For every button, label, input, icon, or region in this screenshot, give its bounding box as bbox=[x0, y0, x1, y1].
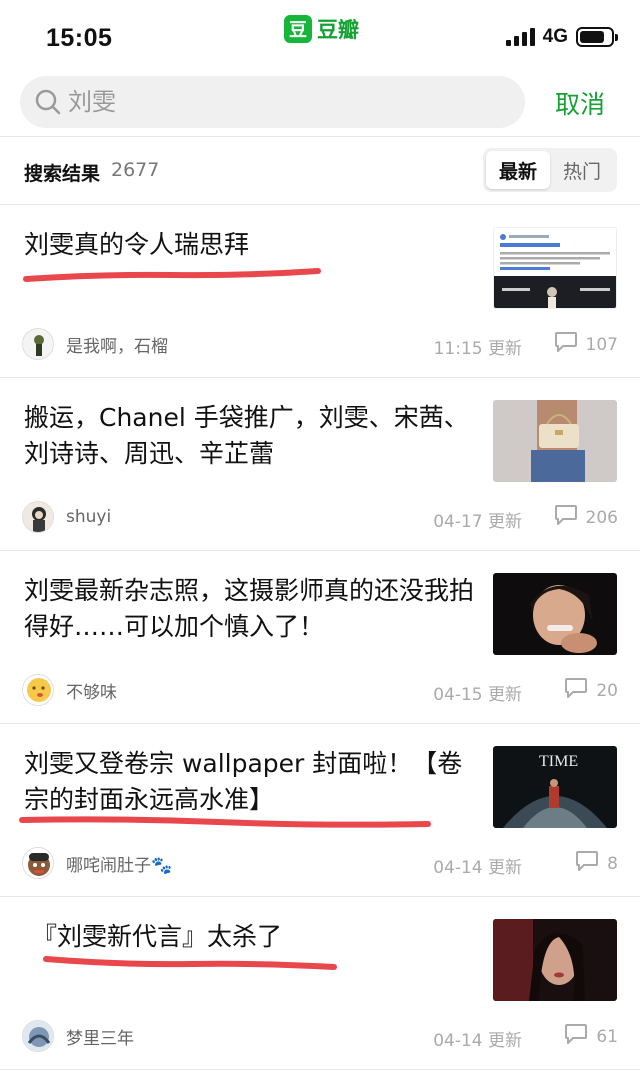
results-header: 搜索结果 2677 最新 热门 bbox=[0, 137, 640, 205]
list-item[interactable]: 刘雯真的令人瑞思拜 是我啊，石榴 11:15 更新 107 bbox=[0, 205, 640, 378]
status-indicators: 4G bbox=[505, 26, 618, 48]
comment-icon bbox=[575, 850, 599, 877]
author-name[interactable]: 哪咤闹肚子🐾 bbox=[66, 851, 172, 876]
app-name: 豆瓣 bbox=[317, 18, 359, 42]
updated-time: 04-15 更新 bbox=[433, 685, 522, 705]
status-time: 15:05 bbox=[46, 24, 113, 52]
signal-icon bbox=[505, 28, 535, 46]
comment-icon bbox=[564, 677, 588, 704]
search-input[interactable] bbox=[68, 88, 468, 116]
item-thumbnail[interactable]: TIME bbox=[493, 746, 617, 828]
comment-count[interactable]: 206 bbox=[554, 504, 618, 531]
battery-icon bbox=[576, 27, 618, 47]
avatar[interactable] bbox=[22, 674, 54, 706]
item-thumbnail[interactable] bbox=[493, 400, 617, 482]
item-thumbnail[interactable] bbox=[493, 919, 617, 1001]
list-item[interactable]: 刘雯又登卷宗 wallpaper 封面啦！【卷宗的封面永远高水准】 TIME 哪… bbox=[0, 724, 640, 897]
item-title[interactable]: 刘雯真的令人瑞思拜 bbox=[24, 227, 474, 263]
sort-toggle: 最新 热门 bbox=[483, 148, 617, 192]
avatar[interactable] bbox=[22, 328, 54, 360]
author-name[interactable]: 是我啊，石榴 bbox=[66, 332, 168, 357]
status-bar: 15:05 豆 豆瓣 4G bbox=[0, 0, 640, 64]
search-row: 取消 bbox=[0, 72, 640, 134]
results-label: 搜索结果 bbox=[24, 163, 101, 185]
comment-count-value: 20 bbox=[596, 680, 618, 701]
search-box[interactable] bbox=[20, 76, 525, 128]
item-meta: 不够味 04-15 更新 20 bbox=[22, 673, 618, 707]
sort-latest-button[interactable]: 最新 bbox=[486, 151, 550, 189]
item-title[interactable]: 搬运，Chanel 手袋推广，刘雯、宋茜、刘诗诗、周迅、辛芷蕾 bbox=[24, 400, 474, 472]
comment-icon bbox=[554, 504, 578, 531]
results-count: 2677 bbox=[111, 159, 160, 181]
list-item[interactable]: 搬运，Chanel 手袋推广，刘雯、宋茜、刘诗诗、周迅、辛芷蕾 shuyi 04… bbox=[0, 378, 640, 551]
comment-icon bbox=[564, 1023, 588, 1050]
updated-time: 04-14 更新 bbox=[433, 1031, 522, 1051]
comment-count[interactable]: 8 bbox=[575, 850, 618, 877]
item-meta: shuyi 04-17 更新 206 bbox=[22, 500, 618, 534]
item-meta: 梦里三年 04-14 更新 61 bbox=[22, 1019, 618, 1053]
app-badge: 豆 豆瓣 bbox=[284, 14, 359, 44]
list-item[interactable]: 刘雯最新杂志照，这摄影师真的还没我拍得好……可以加个慎入了！ 不够味 04-15… bbox=[0, 551, 640, 724]
avatar[interactable] bbox=[22, 847, 54, 879]
updated-time: 04-17 更新 bbox=[433, 512, 522, 532]
item-meta: 哪咤闹肚子🐾 04-14 更新 8 bbox=[22, 846, 618, 880]
author-name[interactable]: 不够味 bbox=[66, 678, 117, 703]
comment-count-value: 61 bbox=[596, 1026, 618, 1047]
updated-time: 04-14 更新 bbox=[433, 858, 522, 878]
comment-count[interactable]: 107 bbox=[554, 331, 618, 358]
author-name[interactable]: 梦里三年 bbox=[66, 1024, 134, 1049]
red-underline bbox=[23, 268, 321, 282]
avatar[interactable] bbox=[22, 501, 54, 533]
comment-count-value: 206 bbox=[585, 507, 618, 528]
comment-count-value: 8 bbox=[607, 853, 618, 874]
douban-logo-icon: 豆 bbox=[284, 15, 312, 43]
updated-time: 11:15 更新 bbox=[433, 339, 522, 359]
author-name[interactable]: shuyi bbox=[66, 507, 111, 527]
item-title[interactable]: 刘雯最新杂志照，这摄影师真的还没我拍得好……可以加个慎入了！ bbox=[24, 573, 474, 645]
item-thumbnail[interactable] bbox=[493, 573, 617, 655]
list-item[interactable]: 『刘雯新代言』太杀了 梦里三年 04-14 更新 61 bbox=[0, 897, 640, 1070]
search-icon bbox=[34, 88, 62, 116]
sort-hot-button[interactable]: 热门 bbox=[550, 151, 614, 189]
comment-count[interactable]: 61 bbox=[564, 1023, 618, 1050]
comment-count-value: 107 bbox=[585, 334, 618, 355]
comment-icon bbox=[554, 331, 578, 358]
item-title[interactable]: 『刘雯新代言』太杀了 bbox=[32, 919, 482, 955]
comment-count[interactable]: 20 bbox=[564, 677, 618, 704]
item-thumbnail[interactable] bbox=[493, 227, 617, 309]
network-type: 4G bbox=[542, 26, 568, 47]
item-title[interactable]: 刘雯又登卷宗 wallpaper 封面啦！【卷宗的封面永远高水准】 bbox=[24, 746, 474, 818]
cancel-button[interactable]: 取消 bbox=[555, 85, 605, 121]
magazine-masthead: TIME bbox=[539, 753, 578, 770]
avatar[interactable] bbox=[22, 1020, 54, 1052]
item-meta: 是我啊，石榴 11:15 更新 107 bbox=[22, 327, 618, 361]
